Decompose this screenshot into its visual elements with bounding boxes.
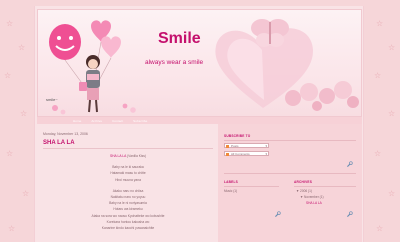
background-star-icon: ☆ xyxy=(388,43,396,52)
background-star-icon: ☆ xyxy=(6,19,14,28)
background-star-icon: ☆ xyxy=(18,43,26,52)
edit-widget-icon[interactable] xyxy=(346,161,353,168)
badge-label: smile~ xyxy=(46,97,58,102)
archive-year[interactable]: ▼ 2006 (1) xyxy=(296,189,312,193)
subscribe-posts-dropdown[interactable]: Posts ▾ xyxy=(224,143,269,148)
background-star-icon: ☆ xyxy=(6,149,14,158)
edit-widget-icon[interactable] xyxy=(346,211,353,218)
labels-divider xyxy=(224,186,279,187)
background-star-icon: ☆ xyxy=(376,224,384,233)
subscribe-posts-label: Posts xyxy=(231,143,239,148)
background-star-icon: ☆ xyxy=(4,71,12,80)
archives-divider xyxy=(294,186,356,187)
post-date: Monday, November 13, 2006 xyxy=(43,132,88,136)
nav-link-contact[interactable]: Contact xyxy=(112,119,123,123)
post-title-divider xyxy=(43,148,213,149)
subscribe-divider xyxy=(224,140,356,141)
feed-icon xyxy=(226,153,229,156)
background-star-icon: ☆ xyxy=(20,109,28,118)
label-link[interactable]: Music (1) xyxy=(224,189,237,193)
main-column: Monday, November 13, 2006 SHA LA LA SHA … xyxy=(37,124,217,242)
archive-post-link[interactable]: SHA LA LA xyxy=(306,201,322,205)
nav-bar: Home Archive Contact Subscribe xyxy=(37,117,362,124)
lyric-line: Kanarine kindo kaochi yuwanaichite xyxy=(101,226,155,231)
archive-month-label[interactable]: November (1) xyxy=(304,195,324,199)
nav-link-home[interactable]: Home xyxy=(73,119,81,123)
subscribe-comments-label: All Comments xyxy=(231,151,250,156)
labels-heading: LABELS xyxy=(224,180,238,184)
background-star-icon: ☆ xyxy=(374,149,382,158)
sidebar: SUBSCRIBE TO Posts ▾ All Comments ▾ LABE… xyxy=(218,124,362,242)
archive-month[interactable]: ▼ November (1) xyxy=(300,195,324,199)
chevron-down-icon: ▾ xyxy=(265,144,267,148)
archive-year-label[interactable]: 2006 (1) xyxy=(300,189,312,193)
section-divider xyxy=(224,173,356,174)
background-star-icon: ☆ xyxy=(388,109,396,118)
butterfly-icon xyxy=(251,19,289,47)
background-star-icon: ☆ xyxy=(8,224,16,233)
background-star-icon: ☆ xyxy=(374,71,382,80)
blog-title[interactable]: Smile xyxy=(158,30,201,48)
chevron-down-icon: ▾ xyxy=(265,152,267,156)
post-credit-rest: (Vanilla Kiss) xyxy=(127,154,147,158)
background-star-icon: ☆ xyxy=(22,189,30,198)
blog-header[interactable]: Smile always wear a smile smile~ xyxy=(37,9,362,117)
post-body: SHA LA LA (Vanilla Kiss) Baby na le ki s… xyxy=(43,153,213,231)
nav-link-archive[interactable]: Archive xyxy=(91,119,102,123)
post-credit-artist[interactable]: SHA LA LA xyxy=(110,154,126,158)
archives-heading: ARCHIVES xyxy=(294,180,313,184)
subscribe-heading: SUBSCRIBE TO xyxy=(224,134,251,138)
feed-icon xyxy=(226,145,229,148)
nav-link-subscribe[interactable]: Subscribe xyxy=(133,119,147,123)
post-title[interactable]: SHA LA LA xyxy=(43,140,75,146)
blog-description: always wear a smile xyxy=(145,59,204,66)
roses-decoration-icon xyxy=(285,81,359,111)
background-star-icon: ☆ xyxy=(388,189,396,198)
subscribe-comments-dropdown[interactable]: All Comments ▾ xyxy=(224,151,269,156)
background-star-icon: ☆ xyxy=(376,19,384,28)
edit-widget-icon[interactable] xyxy=(274,211,281,218)
